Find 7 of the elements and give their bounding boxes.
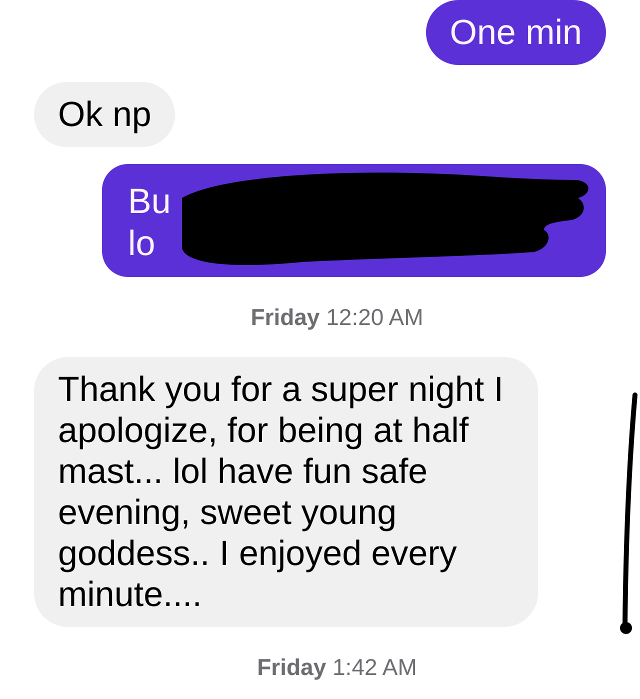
message-text: Ok np — [58, 95, 152, 134]
timestamp: Friday 12:20 AM — [250, 303, 424, 331]
timestamp: Friday 1:42 AM — [257, 653, 417, 681]
message-text: One min — [450, 13, 582, 52]
message-text-fragment: lo — [128, 223, 156, 265]
message-text-fragment: Bu — [128, 181, 171, 223]
message-text: Thank you for a super night I apologize, for being at half mast... lol have fun safe evening, sweet young goddess.. I enjoyed every minute.... — [58, 370, 504, 614]
